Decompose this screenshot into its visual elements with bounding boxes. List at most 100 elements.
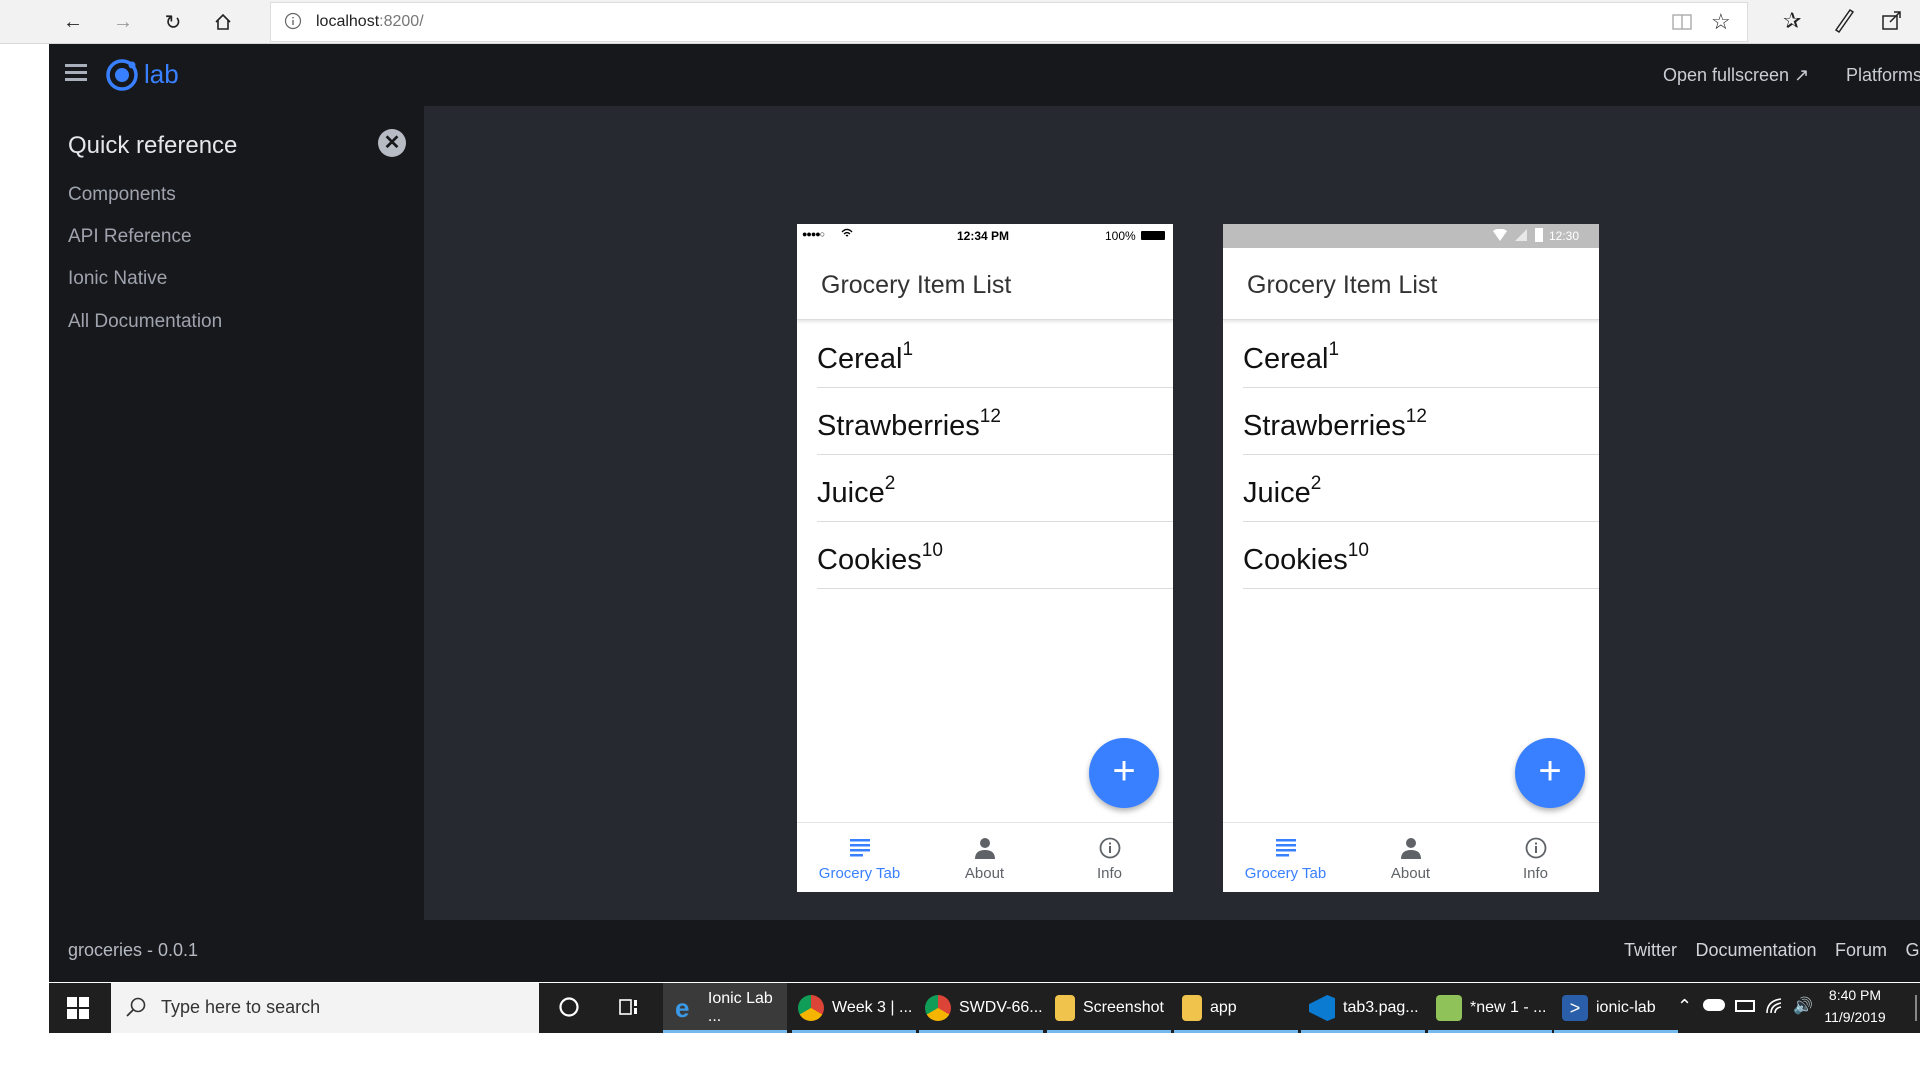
taskbar-app-label: SWDV-66... — [959, 999, 1043, 1016]
taskbar-app-powershell[interactable]: > ionic-lab — [1554, 983, 1678, 1033]
tab-label: Grocery Tab — [818, 865, 901, 882]
sidebar-item-all-documentation[interactable]: All Documentation — [68, 311, 222, 333]
taskbar-app-edge[interactable]: e Ionic Lab ... — [663, 983, 787, 1033]
reading-view-icon[interactable] — [1671, 12, 1693, 37]
list-item[interactable]: Juice2 — [1243, 455, 1599, 522]
footer-link-forum[interactable]: Forum — [1835, 940, 1887, 960]
lab-logo-text: lab — [144, 59, 179, 89]
sidebar-item-components[interactable]: Components — [68, 184, 176, 206]
lab-footer: groceries - 0.0.1 Twitter Documentation … — [49, 920, 1920, 982]
active-indicator — [1301, 1030, 1425, 1033]
active-indicator — [1174, 1030, 1298, 1033]
tab-grocery[interactable]: Grocery Tab — [1223, 823, 1348, 892]
show-desktop-button[interactable] — [1915, 995, 1917, 1021]
active-indicator — [1428, 1030, 1552, 1033]
back-arrow-icon[interactable]: ← — [58, 7, 88, 37]
list-item[interactable]: Juice2 — [817, 455, 1173, 522]
item-name: Cereal1 — [817, 339, 913, 376]
tab-about[interactable]: About — [922, 823, 1047, 892]
signal-icon — [1515, 229, 1527, 244]
platforms-menu[interactable]: Platforms — [1846, 65, 1920, 86]
android-device-preview: 12:30 Grocery Item List Cereal1 Strawber… — [1223, 224, 1599, 892]
forward-arrow-icon[interactable]: → — [108, 7, 138, 37]
address-bar[interactable]: localhost:8200/ ☆ — [270, 2, 1748, 42]
item-quantity: 1 — [1328, 339, 1340, 360]
sidebar-item-ionic-native[interactable]: Ionic Native — [68, 268, 167, 290]
item-name-text: Strawberries — [1243, 410, 1406, 442]
taskbar-app-notepadpp[interactable]: *new 1 - ... — [1428, 983, 1552, 1033]
active-indicator — [1554, 1030, 1678, 1033]
tab-grocery[interactable]: Grocery Tab — [797, 823, 922, 892]
quick-reference-sidebar: Quick reference ✕ Components API Referen… — [49, 106, 424, 920]
footer-link-documentation[interactable]: Documentation — [1695, 940, 1816, 960]
folder-icon — [1055, 995, 1075, 1021]
notes-pen-icon[interactable] — [1832, 6, 1856, 39]
android-clock: 12:30 — [1549, 229, 1580, 243]
hamburger-menu-icon[interactable] — [65, 62, 87, 87]
info-icon — [1525, 837, 1547, 864]
item-quantity: 12 — [1405, 406, 1427, 427]
list-icon — [849, 837, 871, 862]
taskbar-app-explorer-app[interactable]: app — [1174, 983, 1298, 1033]
home-icon[interactable] — [208, 7, 238, 37]
list-item[interactable]: Cereal1 — [817, 321, 1173, 388]
taskbar-time[interactable]: 8:40 PM — [1820, 987, 1890, 1003]
sidebar-item-api-reference[interactable]: API Reference — [68, 226, 192, 248]
footer-link-twitter[interactable]: Twitter — [1624, 940, 1677, 960]
refresh-icon[interactable]: ↻ — [158, 7, 188, 37]
item-quantity: 10 — [1347, 540, 1369, 561]
open-fullscreen-link[interactable]: Open fullscreen ↗ — [1663, 65, 1809, 86]
ionic-lab: lab Open fullscreen ↗ Platforms Quick re… — [49, 44, 1920, 982]
list-item[interactable]: Cookies10 — [817, 522, 1173, 589]
list-item[interactable]: Strawberries12 — [1243, 388, 1599, 455]
cortana-icon[interactable] — [557, 995, 581, 1024]
battery-icon[interactable] — [1735, 1000, 1755, 1012]
taskbar-date[interactable]: 11/9/2019 — [1820, 1009, 1890, 1025]
item-name-text: Cookies — [817, 544, 922, 576]
favorite-star-icon[interactable]: ☆ — [1711, 9, 1731, 35]
favorites-icon[interactable]: ✰ — [1783, 8, 1801, 34]
tab-info[interactable]: Info — [1473, 823, 1598, 892]
item-name-text: Cookies — [1243, 544, 1348, 576]
signal-dots: ●●●●○ — [802, 229, 825, 239]
tab-label: Info — [1096, 865, 1123, 882]
battery-icon — [1141, 231, 1165, 240]
android-status-bar: 12:30 — [1223, 224, 1599, 248]
taskbar-app-label: *new 1 - ... — [1470, 999, 1547, 1016]
tab-info[interactable]: Info — [1047, 823, 1172, 892]
app-version: groceries - 0.0.1 — [68, 940, 199, 960]
item-quantity: 10 — [921, 540, 943, 561]
add-item-fab[interactable]: + — [1515, 738, 1585, 808]
list-item[interactable]: Strawberries12 — [817, 388, 1173, 455]
item-name-text: Juice — [1243, 477, 1311, 509]
tab-about[interactable]: About — [1348, 823, 1473, 892]
volume-icon[interactable]: 🔊 — [1793, 996, 1813, 1016]
url-text: localhost:8200/ — [316, 13, 424, 31]
item-name: Strawberries12 — [1243, 406, 1427, 443]
chrome-icon — [925, 995, 951, 1021]
windows-start-icon[interactable] — [67, 997, 89, 1024]
taskbar-app-label: ionic-lab — [1596, 999, 1656, 1016]
ios-clock: 12:34 PM — [957, 229, 1010, 243]
show-hidden-icons-icon[interactable]: ⌃ — [1677, 996, 1692, 1017]
site-info-icon[interactable] — [284, 12, 302, 35]
share-icon[interactable] — [1880, 8, 1904, 37]
list-item[interactable]: Cookies10 — [1243, 522, 1599, 589]
notepad-plus-plus-icon — [1436, 995, 1462, 1021]
list-item[interactable]: Cereal1 — [1243, 321, 1599, 388]
close-sidebar-icon[interactable]: ✕ — [378, 129, 406, 157]
item-name-text: Strawberries — [817, 410, 980, 442]
taskbar-app-chrome-swdv[interactable]: SWDV-66... — [919, 983, 1043, 1033]
add-item-fab[interactable]: + — [1089, 738, 1159, 808]
taskbar-app-chrome-week3[interactable]: Week 3 | ... — [792, 983, 916, 1033]
chrome-icon — [798, 995, 824, 1021]
footer-link-github[interactable]: GitHub — [1905, 940, 1920, 960]
taskbar-app-explorer-screenshot[interactable]: Screenshot — [1047, 983, 1171, 1033]
taskbar-search-input[interactable]: Type here to search — [111, 983, 539, 1033]
onedrive-icon[interactable] — [1703, 999, 1725, 1011]
network-icon[interactable] — [1765, 997, 1785, 1020]
person-icon — [974, 837, 996, 864]
task-view-icon[interactable] — [617, 995, 641, 1024]
taskbar-app-label: tab3.pag... — [1343, 999, 1419, 1016]
taskbar-app-vscode[interactable]: tab3.pag... — [1301, 983, 1425, 1033]
